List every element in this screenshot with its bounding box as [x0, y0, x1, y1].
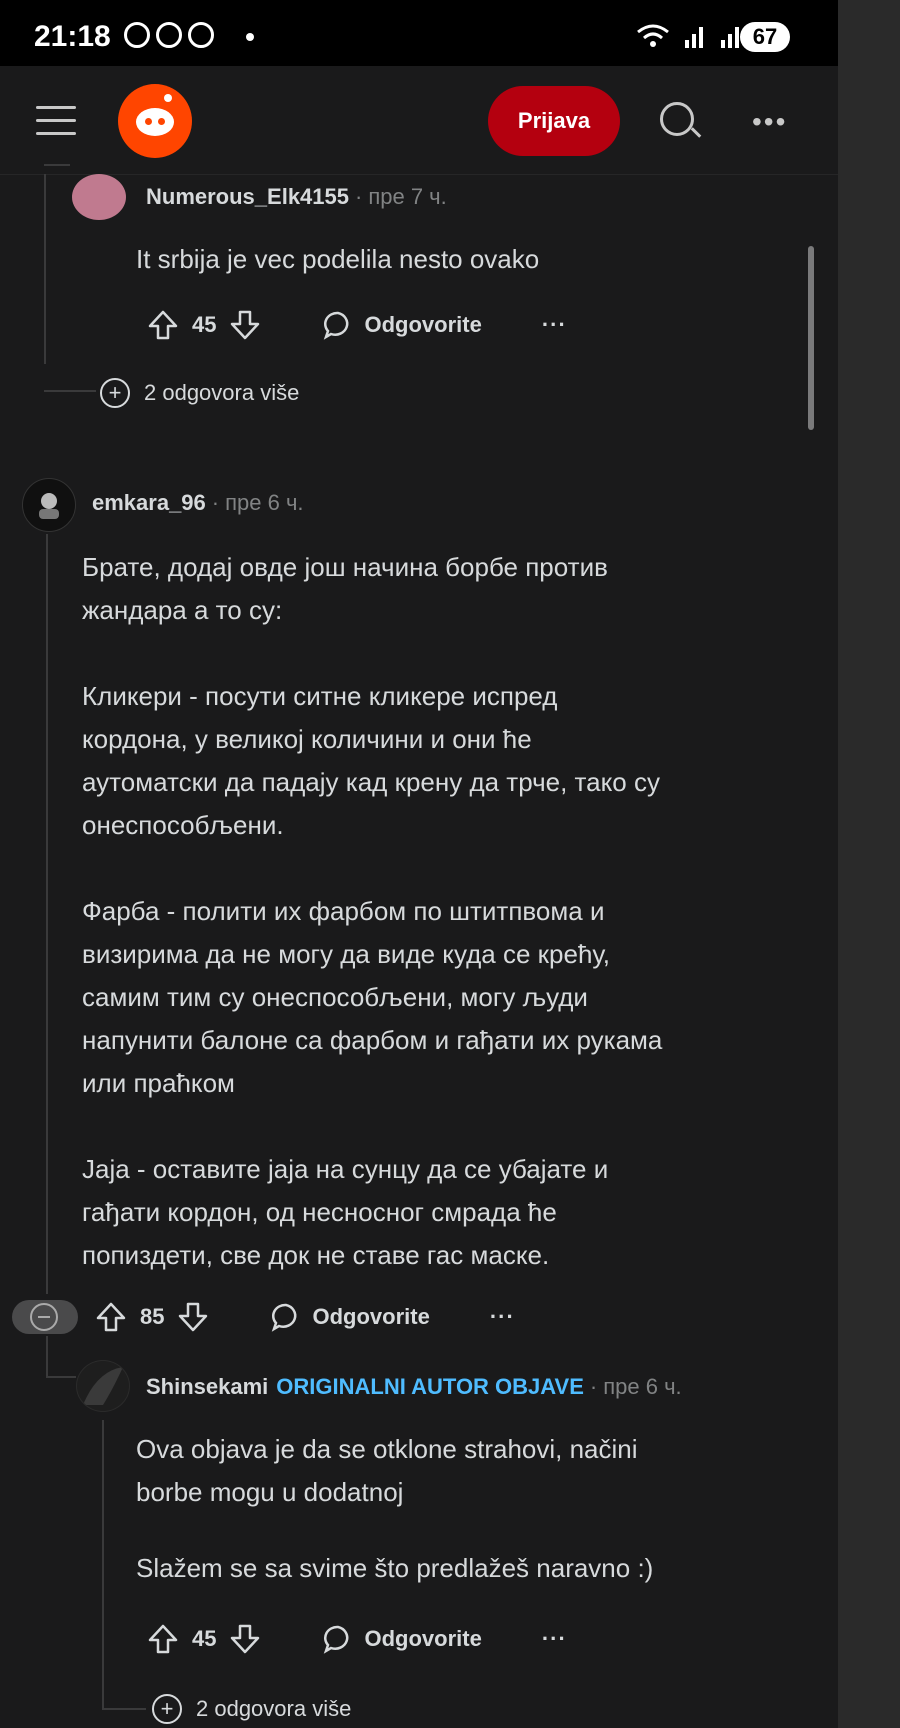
comment-paragraph: Slažem se sa svime što predlažeš naravno…	[136, 1553, 654, 1583]
reply-button[interactable]: Odgovorite	[270, 1301, 430, 1333]
comment-more-icon[interactable]: ···	[542, 312, 567, 338]
comment-paragraph: Јаја - оставите јаја на сунцу да се убај…	[82, 1154, 609, 1270]
comment-time: пре 6 ч.	[225, 490, 304, 515]
avatar[interactable]	[76, 1360, 130, 1412]
comment-paragraph: Кликери - посути ситне кликере испред ко…	[82, 681, 660, 840]
vote-score: 45	[192, 312, 217, 337]
thread-line	[46, 534, 48, 1294]
more-options-icon[interactable]: •••	[752, 106, 787, 138]
viber-icon	[156, 22, 182, 48]
signal-icons	[636, 24, 742, 48]
downvote-icon[interactable]	[176, 1300, 210, 1334]
status-time: 21:18	[34, 20, 111, 53]
op-badge: ORIGINALNI AUTOR OBJAVE	[276, 1374, 584, 1399]
avatar[interactable]	[22, 478, 76, 532]
more-replies-label: 2 odgovora više	[144, 380, 300, 405]
vote-score: 85	[140, 1304, 165, 1329]
comment-body: Ova objava je da se otklone strahovi, na…	[136, 1428, 816, 1590]
scrollbar[interactable]	[808, 246, 814, 430]
phone-screen: 21:18 67 Prijava ••• Numerous_Elk4155 · пр	[0, 0, 838, 1728]
upvote-icon[interactable]	[146, 308, 180, 342]
thread-line	[102, 1708, 146, 1710]
comment-meta: Numerous_Elk4155 · пре 7 ч.	[146, 184, 447, 209]
battery-indicator: 67	[740, 22, 790, 52]
reply-label: Odgovorite	[364, 1626, 482, 1651]
comment-body: Брате, додај овде још начина борбе проти…	[82, 546, 802, 1277]
comment-actions: 45 Odgovorite ···	[146, 308, 567, 342]
collapse-thread-button[interactable]	[12, 1300, 78, 1334]
cell-signal-icon	[685, 27, 703, 48]
cell-signal-icon-2	[721, 27, 739, 48]
comment-body: It srbija je vec podelila nesto ovako	[136, 238, 776, 281]
reply-label: Odgovorite	[364, 312, 482, 337]
login-button[interactable]: Prijava	[488, 86, 620, 156]
comment-more-icon[interactable]: ···	[490, 1304, 515, 1330]
comment-paragraph: It srbija je vec podelila nesto ovako	[136, 244, 540, 274]
comment-icon	[272, 1303, 297, 1332]
app-header: Prijava •••	[0, 66, 838, 175]
comment-time: пре 6 ч.	[603, 1374, 682, 1399]
comment-time: пре 7 ч.	[368, 184, 447, 209]
thread-line	[102, 1420, 104, 1710]
comment-meta: emkara_96 · пре 6 ч.	[92, 490, 304, 515]
downvote-icon[interactable]	[228, 308, 262, 342]
comment-paragraph: Фарба - полити их фарбом по штитпвома и …	[82, 896, 663, 1098]
comment-paragraph: Ova objava je da se otklone strahovi, na…	[136, 1434, 638, 1507]
thread-line	[44, 174, 46, 364]
more-replies-link[interactable]: + 2 odgovora više	[100, 378, 299, 408]
viber-icon-2	[188, 22, 214, 48]
thread-line	[46, 1376, 76, 1378]
whatsapp-icon	[124, 22, 150, 48]
avatar[interactable]	[72, 174, 126, 220]
comment-icon	[324, 311, 349, 340]
comment-actions: 85 Odgovorite ···	[94, 1300, 515, 1334]
downvote-icon[interactable]	[228, 1622, 262, 1656]
plus-icon: +	[100, 378, 130, 408]
more-notifications-dot	[246, 33, 254, 41]
thread-line	[44, 390, 96, 392]
menu-icon[interactable]	[36, 106, 76, 136]
reddit-logo[interactable]	[118, 84, 192, 158]
notification-icons	[124, 22, 214, 48]
more-replies-link[interactable]: + 2 odgovora više	[152, 1694, 351, 1724]
comment-paragraph: Брате, додај овде још начина борбе проти…	[82, 552, 608, 625]
comment-author[interactable]: Numerous_Elk4155	[146, 184, 349, 209]
wifi-icon	[637, 24, 669, 47]
comment-icon	[324, 1625, 349, 1654]
more-replies-label: 2 odgovora više	[196, 1696, 352, 1721]
plus-icon: +	[152, 1694, 182, 1724]
reply-button[interactable]: Odgovorite	[322, 1623, 482, 1655]
status-bar: 21:18 67	[0, 0, 838, 66]
vote-score: 45	[192, 1626, 217, 1651]
upvote-icon[interactable]	[146, 1622, 180, 1656]
comment-more-icon[interactable]: ···	[542, 1626, 567, 1652]
thread-line	[46, 1336, 48, 1376]
search-icon[interactable]	[660, 102, 694, 136]
comment-meta: Shinsekami ORIGINALNI AUTOR OBJAVE · пре 6 …	[146, 1374, 682, 1399]
reply-label: Odgovorite	[312, 1304, 430, 1329]
comment-author[interactable]: emkara_96	[92, 490, 206, 515]
upvote-icon[interactable]	[94, 1300, 128, 1334]
thread-line	[44, 164, 70, 166]
comment-author[interactable]: Shinsekami	[146, 1374, 268, 1399]
comment-actions: 45 Odgovorite ···	[146, 1622, 567, 1656]
reply-button[interactable]: Odgovorite	[322, 309, 482, 341]
